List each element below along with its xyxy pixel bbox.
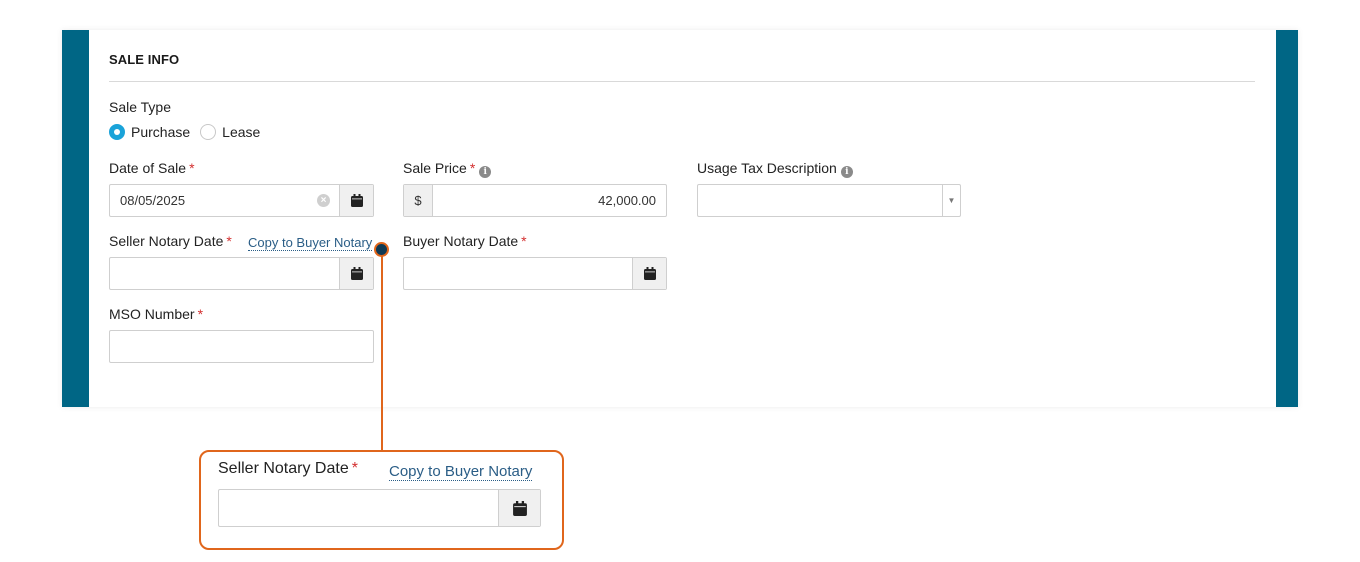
left-accent-bar [62, 30, 89, 407]
date-of-sale-field[interactable]: 08/05/2025 × [109, 184, 374, 217]
date-of-sale-label-text: Date of Sale [109, 160, 187, 176]
section-divider [109, 81, 1255, 82]
seller-notary-date-field[interactable] [109, 257, 374, 290]
required-marker: * [521, 233, 527, 249]
usage-tax-value[interactable] [698, 185, 942, 216]
usage-tax-select[interactable]: ▼ [697, 184, 961, 217]
currency-prefix: $ [404, 185, 433, 216]
radio-lease[interactable] [200, 124, 217, 140]
sale-price-label-text: Sale Price [403, 160, 467, 176]
usage-tax-label-text: Usage Tax Description [697, 160, 837, 176]
callout-connector-line [380, 256, 383, 450]
clear-icon[interactable]: × [317, 194, 330, 207]
mso-number-label: MSO Number * [109, 306, 203, 322]
calendar-button[interactable] [498, 490, 540, 526]
required-marker: * [351, 460, 358, 477]
radio-purchase[interactable] [109, 124, 125, 140]
callout-pointer-dot [374, 242, 389, 257]
callout-seller-notary-date-field[interactable] [218, 489, 541, 527]
seller-notary-date-label: Seller Notary Date * [109, 233, 232, 249]
seller-notary-date-label-text: Seller Notary Date [109, 233, 224, 249]
right-accent-bar [1276, 30, 1298, 407]
mso-number-input[interactable] [110, 331, 373, 362]
date-of-sale-label: Date of Sale * [109, 160, 195, 176]
required-marker: * [189, 160, 195, 176]
calendar-icon [350, 267, 363, 280]
callout-seller-notary-date-input[interactable] [219, 490, 498, 526]
sale-type-radio-group: Purchase Lease [109, 124, 270, 140]
buyer-notary-date-label: Buyer Notary Date * [403, 233, 527, 249]
buyer-notary-date-input[interactable] [404, 258, 632, 289]
buyer-notary-date-field[interactable] [403, 257, 667, 290]
radio-lease-label[interactable]: Lease [222, 124, 260, 140]
required-marker: * [197, 306, 204, 322]
callout-copy-to-buyer-notary-link[interactable]: Copy to Buyer Notary [389, 463, 533, 481]
mso-number-field[interactable] [109, 330, 374, 363]
sale-price-field[interactable]: $ 42,000.00 [403, 184, 667, 217]
seller-notary-date-input[interactable] [110, 258, 339, 289]
chevron-down-icon[interactable]: ▼ [942, 185, 960, 216]
calendar-button[interactable] [339, 185, 373, 216]
calendar-icon [512, 500, 527, 516]
buyer-notary-date-label-text: Buyer Notary Date [403, 233, 519, 249]
date-of-sale-input[interactable]: 08/05/2025 [110, 185, 317, 216]
calendar-icon [643, 267, 656, 280]
sale-type-label: Sale Type [109, 99, 172, 115]
mso-number-label-text: MSO Number [109, 306, 195, 322]
calendar-button[interactable] [339, 258, 373, 289]
sale-price-input[interactable]: 42,000.00 [433, 185, 666, 216]
required-marker: * [226, 233, 232, 249]
required-marker: * [469, 160, 476, 176]
calendar-icon [350, 194, 363, 207]
copy-to-buyer-notary-link[interactable]: Copy to Buyer Notary [248, 235, 373, 251]
radio-purchase-label[interactable]: Purchase [131, 124, 190, 140]
callout-label-text: Seller Notary Date [218, 460, 349, 477]
section-title: SALE INFO [109, 52, 180, 67]
info-icon[interactable]: i [840, 166, 853, 178]
info-icon[interactable]: i [479, 166, 492, 178]
callout-zoom-box: Seller Notary Date * Copy to Buyer Notary [199, 450, 564, 550]
calendar-button[interactable] [632, 258, 666, 289]
sale-price-label: Sale Price * i [403, 160, 492, 178]
sale-info-panel: SALE INFO Sale Type Purchase Lease Date … [89, 30, 1276, 407]
sale-info-frame: SALE INFO Sale Type Purchase Lease Date … [62, 30, 1298, 407]
callout-seller-notary-label: Seller Notary Date * [218, 460, 358, 478]
usage-tax-label: Usage Tax Description i [697, 160, 853, 178]
